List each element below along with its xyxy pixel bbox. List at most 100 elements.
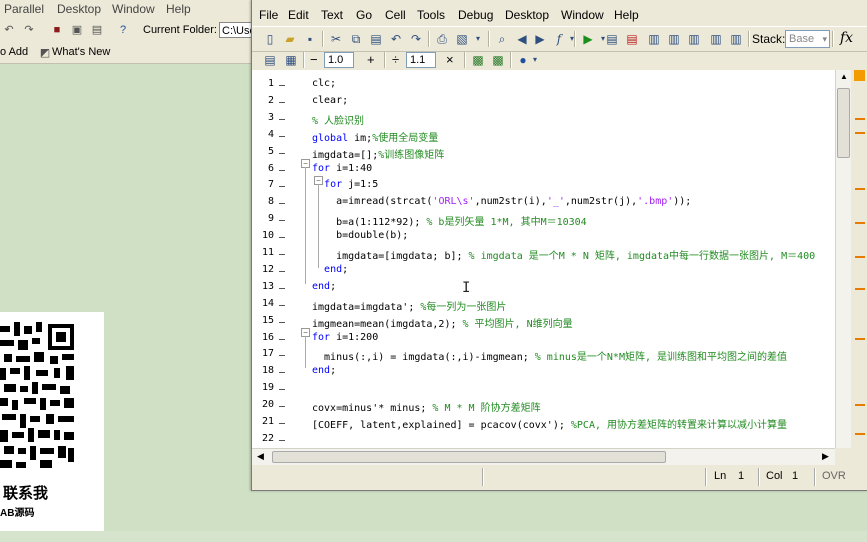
save-icon[interactable]: ▪ <box>302 31 318 47</box>
code-line[interactable]: for i=1:40 <box>312 163 372 174</box>
breakpoint-dash[interactable] <box>279 119 285 120</box>
shortcut-add[interactable]: o Add <box>0 46 28 58</box>
breakpoint-dash[interactable] <box>279 85 285 86</box>
menu-tools[interactable]: Tools <box>417 8 445 22</box>
breakpoint-dash[interactable] <box>279 322 285 323</box>
breakpoint-dash[interactable] <box>279 423 285 424</box>
publish-dropdown-icon[interactable]: ▾ <box>470 31 486 47</box>
guide-icon[interactable]: ▣ <box>70 23 84 37</box>
desktop-menu-help[interactable]: Help <box>166 2 191 16</box>
horizontal-scroll-thumb[interactable] <box>272 451 666 463</box>
code-line[interactable]: b=a(1:112*92); % b是列矢量 1*M, 其中M＝10304 <box>312 213 587 228</box>
decrement-button[interactable]: − <box>310 52 318 67</box>
breakpoint-dash[interactable] <box>279 406 285 407</box>
copy-icon[interactable]: ⧉ <box>348 31 364 47</box>
cut-icon[interactable]: ✂ <box>328 31 344 47</box>
insert-cell-break-icon[interactable]: ▤ <box>262 52 278 68</box>
breakpoint-dash[interactable] <box>279 136 285 137</box>
warning-marker[interactable] <box>855 256 865 258</box>
increment-button[interactable]: + <box>367 52 375 67</box>
show-cell-titles-icon[interactable]: ▩ <box>470 52 486 68</box>
code-line[interactable]: % 人脸识别 <box>312 112 364 127</box>
menu-desktop[interactable]: Desktop <box>505 8 549 22</box>
publish-icon[interactable]: ▧ <box>454 31 470 47</box>
menu-text[interactable]: Text <box>321 8 343 22</box>
clear-breakpoints-icon[interactable]: ▤ <box>624 31 640 47</box>
scroll-left-icon[interactable]: ◀ <box>257 451 264 462</box>
redo-icon[interactable]: ↷ <box>408 31 424 47</box>
find-binoculars-icon[interactable]: ⌕ <box>494 31 510 47</box>
breakpoint-dash[interactable] <box>279 288 285 289</box>
desktop-menu-parallel[interactable]: Parallel <box>4 2 44 16</box>
stack-select[interactable]: Base ▾ <box>785 30 830 48</box>
warning-indicator-icon[interactable] <box>854 70 865 81</box>
warning-marker[interactable] <box>855 188 865 190</box>
code-line[interactable]: [COEFF, latent,explained] = pcacov(covx'… <box>312 416 787 431</box>
code-line[interactable]: imgdata=[imgdata; b]; % imgdata 是一个M * N… <box>312 247 815 262</box>
run-icon[interactable]: ▶ <box>580 31 596 47</box>
profiler-icon[interactable]: ▤ <box>90 23 104 37</box>
code-line[interactable]: imgdata=imgdata'; %每一列为一张图片 <box>312 298 506 313</box>
set-breakpoint-icon[interactable]: ▤ <box>604 31 620 47</box>
fx-function-icon[interactable]: fx <box>840 30 853 46</box>
warning-marker[interactable] <box>855 288 865 290</box>
code-line[interactable]: for i=1:200 <box>312 332 378 343</box>
menu-edit[interactable]: Edit <box>288 8 309 22</box>
cell-factor-input[interactable]: 1.1 <box>406 52 436 68</box>
undo-icon[interactable]: ↶ <box>2 23 16 37</box>
breakpoint-dash[interactable] <box>279 203 285 204</box>
multiply-button[interactable]: × <box>446 52 454 67</box>
desktop-menu-desktop[interactable]: Desktop <box>57 2 101 16</box>
breakpoint-dash[interactable] <box>279 254 285 255</box>
code-line[interactable]: end; <box>312 365 336 376</box>
scroll-right-icon[interactable]: ▶ <box>822 451 829 462</box>
divide-button[interactable]: ÷ <box>392 52 399 67</box>
warning-marker[interactable] <box>855 132 865 134</box>
code-line[interactable]: end; <box>312 281 336 292</box>
code-line[interactable]: clc; <box>312 78 336 89</box>
exit-debug-icon[interactable]: ▥ <box>728 31 744 47</box>
warning-marker[interactable] <box>855 338 865 340</box>
code-line[interactable]: global im;%使用全局变量 <box>312 129 438 144</box>
menu-go[interactable]: Go <box>356 8 372 22</box>
cell-mode-icon[interactable]: ▩ <box>490 52 506 68</box>
breakpoint-dash[interactable] <box>279 440 285 441</box>
warning-marker[interactable] <box>855 222 865 224</box>
undo-icon[interactable]: ↶ <box>388 31 404 47</box>
breakpoint-dash[interactable] <box>279 339 285 340</box>
open-folder-icon[interactable]: ▰ <box>282 31 298 47</box>
desktop-menu-window[interactable]: Window <box>112 2 155 16</box>
breakpoint-dash[interactable] <box>279 271 285 272</box>
function-dropdown-icon[interactable]: ▾ <box>564 31 580 47</box>
warning-marker[interactable] <box>855 433 865 435</box>
breakpoint-dash[interactable] <box>279 355 285 356</box>
vertical-scroll-thumb[interactable] <box>837 88 850 158</box>
breakpoint-dash[interactable] <box>279 153 285 154</box>
breakpoint-dash[interactable] <box>279 305 285 306</box>
code-line[interactable]: b=double(b); <box>312 230 408 241</box>
evaluate-cell-icon[interactable]: ▦ <box>283 52 299 68</box>
breakpoint-dash[interactable] <box>279 220 285 221</box>
step-out-icon[interactable]: ▥ <box>686 31 702 47</box>
breakpoint-dash[interactable] <box>279 102 285 103</box>
back-arrow-icon[interactable]: ◀ <box>514 31 530 47</box>
code-line[interactable]: covx=minus'* minus; % M * M 阶协方差矩阵 <box>312 399 541 414</box>
menu-help[interactable]: Help <box>614 8 639 22</box>
paste-icon[interactable]: ▤ <box>368 31 384 47</box>
redo-icon[interactable]: ↷ <box>22 23 36 37</box>
new-file-icon[interactable]: ▯ <box>262 31 278 47</box>
menu-cell[interactable]: Cell <box>385 8 406 22</box>
warning-marker[interactable] <box>855 404 865 406</box>
code-line[interactable]: imgmean=mean(imgdata,2); % 平均图片, N维列向量 <box>312 315 573 330</box>
warning-marker[interactable] <box>855 118 865 120</box>
menu-debug[interactable]: Debug <box>458 8 493 22</box>
cell-step-input[interactable]: 1.0 <box>324 52 354 68</box>
forward-arrow-icon[interactable]: ▶ <box>532 31 548 47</box>
shortcut-whats-new[interactable]: What's New <box>52 46 110 58</box>
step-icon[interactable]: ▥ <box>646 31 662 47</box>
simulink-icon[interactable]: ■ <box>50 23 64 37</box>
menu-window[interactable]: Window <box>561 8 604 22</box>
scroll-up-icon[interactable]: ▲ <box>840 72 848 81</box>
breakpoint-dash[interactable] <box>279 237 285 238</box>
print-icon[interactable]: ⎙ <box>434 31 450 47</box>
